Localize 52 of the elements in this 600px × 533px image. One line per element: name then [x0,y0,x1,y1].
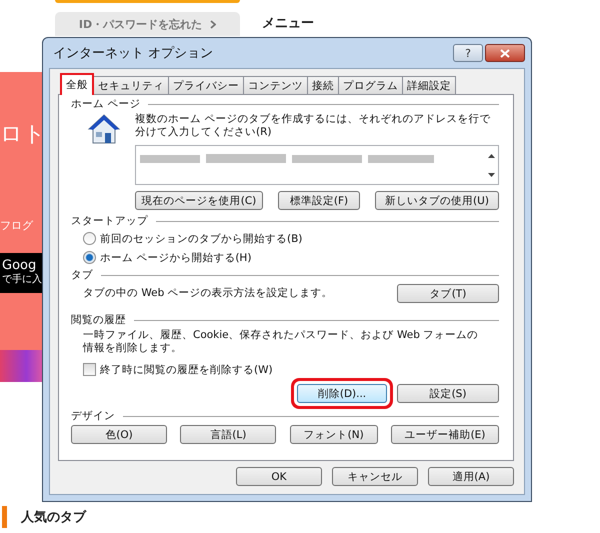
dialog-button[interactable]: キャンセル [332,467,418,486]
tab[interactable]: 詳細設定 [402,76,456,95]
group-label: ホーム ページ [71,97,140,111]
tab[interactable]: プライバシー [168,76,244,95]
menu-heading: メニュー [262,15,314,32]
tab[interactable]: プログラム [338,76,403,95]
tab[interactable]: セキュリティ [93,76,169,95]
tab[interactable]: コンテンツ [243,76,308,95]
dialog-button[interactable]: 標準設定(F) [278,191,360,210]
group-label: 閲覧の履歴 [71,313,126,327]
checkbox-option[interactable]: 終了時に閲覧の履歴を削除する(W) [71,361,499,378]
radio-button[interactable] [83,232,96,245]
dialog-button[interactable]: 色(O) [71,425,167,444]
close-icon [500,48,510,58]
banner-headline: ロト [0,122,44,148]
window-title: インターネット オプション [53,45,214,62]
badge-text: Goog [2,259,38,273]
radio-button[interactable] [83,251,96,264]
dialog-button[interactable]: フォント(N) [290,425,378,444]
dialog-button[interactable]: 現在のページを使用(C) [135,191,263,210]
house-icon [87,113,121,145]
dialog-button[interactable]: 設定(S) [397,384,499,403]
radio-option[interactable]: ホーム ページから開始する(H) [71,249,499,266]
scroll-up-icon[interactable] [488,154,494,158]
forgot-password-button[interactable]: ID・パスワードを忘れた [55,12,240,36]
help-button[interactable]: ? [453,44,483,62]
group-label: スタートアップ [71,214,148,228]
dialog-button[interactable]: OK [236,467,322,486]
dialog-button[interactable]: 新しいタブの使用(U) [375,191,499,210]
history-description: 一時ファイル、履歴、Cookie、保存されたパスワード、および Web フォームの情報を削除します。 [83,329,480,355]
radio-option[interactable]: 前回のセッションのタブから開始する(B) [71,230,499,247]
dialog-button[interactable]: 適用(A) [428,467,514,486]
chevron-right-icon [210,20,216,28]
tab[interactable]: 接続 [307,76,339,95]
section-marker [2,506,7,528]
section-heading: 人気のタブ [21,508,86,526]
tabs-description: タブの中の Web ページの表示方法を設定します。 [83,287,333,300]
checkbox[interactable] [83,363,96,376]
dialog-button[interactable]: タブ(T) [397,284,499,303]
store-badge[interactable]: Goog で手に入 [0,253,44,293]
dialog-button[interactable]: ユーザー補助(E) [390,425,499,444]
close-button[interactable] [485,44,525,62]
scroll-down-icon[interactable] [488,172,494,176]
banner-subline: フログ [0,218,34,233]
address-field[interactable] [135,145,499,185]
group-label: タブ [71,268,93,282]
gradient-strip [0,350,44,382]
dialog-button[interactable]: 言語(L) [180,425,276,444]
badge-text: で手に入 [2,273,43,287]
home-page-description: 複数のホーム ページのタブを作成するには、それぞれのアドレスを行で分けて入力してください(R) [135,113,492,139]
tab[interactable]: 全般 [60,73,94,95]
group-label: デザイン [71,409,115,423]
